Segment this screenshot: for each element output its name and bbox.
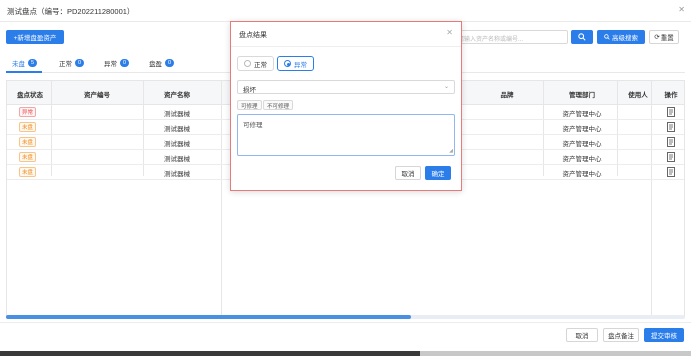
cancel-button[interactable]: 取消: [566, 328, 598, 342]
radio-circle: [244, 60, 251, 67]
scrollbar-thumb[interactable]: [6, 315, 411, 319]
document-icon[interactable]: [667, 167, 676, 177]
inventory-result-dialog: 盘点结果 ✕ 正常 异常 损坏 ⌄ 可修理 不可修理 可修理 ◢ 取消 确定: [230, 21, 462, 191]
status-badge: 未盘: [19, 122, 36, 132]
search-icon: [578, 33, 586, 41]
tab-label: 正常: [59, 61, 72, 68]
title-bar: 测试盘点（编号：PD202211280001） ✕: [0, 0, 691, 22]
advanced-search-label: 高级搜索: [612, 35, 638, 42]
window-title: 测试盘点（编号：PD202211280001）: [7, 7, 135, 16]
status-tabs: 未盘 5 正常 0 异常 0 盘盈 0: [6, 58, 226, 72]
add-surplus-asset-button[interactable]: +新增盘盈资产: [6, 30, 64, 44]
close-icon[interactable]: ✕: [678, 5, 685, 14]
close-icon[interactable]: ✕: [446, 28, 453, 37]
department: 资产管理中心: [562, 141, 602, 148]
asset-name: 测试器械: [164, 171, 190, 178]
radio-circle-selected: [284, 60, 291, 67]
tab-count-badge: 0: [120, 59, 129, 67]
dialog-title: 盘点结果: [239, 32, 267, 39]
tab-label: 异常: [104, 61, 117, 68]
column-header: 盘点状态: [17, 92, 43, 99]
radio-label: 正常: [254, 61, 267, 69]
submit-review-button[interactable]: 提交审核: [644, 328, 684, 342]
tab-normal[interactable]: 正常 0: [59, 58, 84, 68]
status-badge: 未盘: [19, 167, 36, 177]
status-badge: 未盘: [19, 152, 36, 162]
footer-divider: [0, 322, 691, 323]
column-header: 管理部门: [569, 92, 595, 99]
search-button[interactable]: [571, 30, 593, 44]
document-icon[interactable]: [667, 122, 676, 132]
remark-textarea[interactable]: 可修理 ◢: [237, 114, 455, 156]
department: 资产管理中心: [562, 171, 602, 178]
document-icon[interactable]: [667, 107, 676, 117]
quick-tag-unrepairable[interactable]: 不可修理: [263, 100, 294, 110]
dialog-confirm-button[interactable]: 确定: [425, 166, 451, 180]
status-badge: 未盘: [19, 137, 36, 147]
tab-unchecked[interactable]: 未盘 5: [12, 58, 37, 68]
tab-abnormal[interactable]: 异常 0: [104, 58, 129, 68]
document-icon[interactable]: [667, 152, 676, 162]
column-header: 品牌: [500, 92, 514, 99]
tab-count-badge: 0: [75, 59, 84, 67]
department: 资产管理中心: [562, 126, 602, 133]
tab-surplus[interactable]: 盘盈 0: [149, 58, 174, 68]
radio-label: 异常: [294, 61, 307, 69]
asset-name: 测试器械: [164, 111, 190, 118]
column-header: 资产编号: [84, 92, 110, 99]
quick-tag-repairable[interactable]: 可修理: [237, 100, 262, 110]
asset-name: 测试器械: [164, 126, 190, 133]
inventory-note-button[interactable]: 盘点备注: [603, 328, 639, 342]
document-icon[interactable]: [667, 137, 676, 147]
tab-label: 未盘: [12, 61, 25, 68]
department: 资产管理中心: [562, 156, 602, 163]
asset-name: 测试器械: [164, 156, 190, 163]
column-header: 资产名称: [164, 92, 190, 99]
select-value: 损坏: [243, 87, 256, 94]
inventory-window: 测试盘点（编号：PD202211280001） ✕ +新增盘盈资产 请输入资产名…: [0, 0, 691, 351]
column-header: 使用人: [628, 92, 648, 99]
column-header: 操作: [664, 92, 678, 99]
reset-button[interactable]: ⟳ 重置: [649, 30, 679, 44]
chevron-down-icon: ⌄: [443, 84, 449, 90]
resize-handle-icon[interactable]: ◢: [449, 148, 453, 154]
refresh-icon: ⟳: [654, 34, 660, 41]
asset-name: 测试器械: [164, 141, 190, 148]
search-icon: [604, 34, 610, 40]
advanced-search-button[interactable]: 高级搜索: [597, 30, 645, 44]
tab-count-badge: 0: [165, 59, 174, 67]
tab-count-badge: 5: [28, 59, 37, 67]
reset-label: 重置: [660, 35, 674, 42]
textarea-value: 可修理: [243, 122, 263, 129]
radio-abnormal[interactable]: 异常: [277, 56, 314, 71]
status-badge: 异常: [19, 107, 36, 117]
search-input[interactable]: 请输入资产名称或编号...: [452, 30, 568, 44]
active-tab-indicator: [6, 71, 42, 73]
dialog-divider: [231, 46, 461, 47]
radio-normal[interactable]: 正常: [237, 56, 274, 71]
abnormal-type-select[interactable]: 损坏 ⌄: [237, 80, 455, 94]
dialog-cancel-button[interactable]: 取消: [395, 166, 421, 180]
tab-label: 盘盈: [149, 61, 162, 68]
department: 资产管理中心: [562, 111, 602, 118]
taskbar-tray: [420, 351, 691, 356]
